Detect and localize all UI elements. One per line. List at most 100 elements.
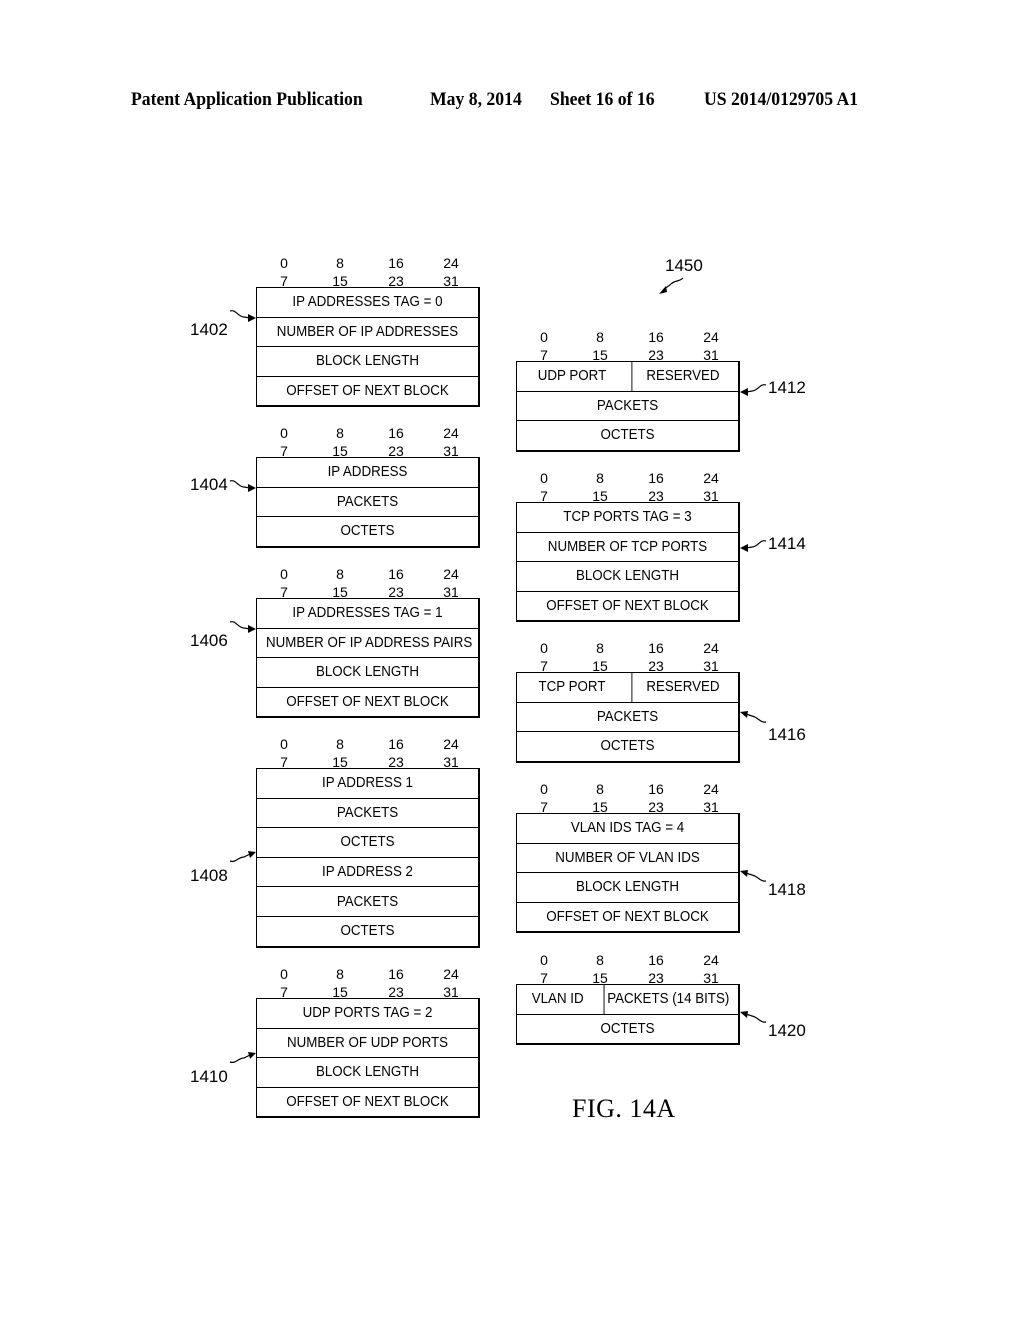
bit-start-label: 0 <box>280 966 288 982</box>
bit-start-label: 24 <box>703 329 719 345</box>
bit-start-label: 24 <box>703 781 719 797</box>
field-row: VLAN ID PACKETS (14 BITS) <box>517 985 738 1014</box>
ref-numeral-1418: 1418 <box>768 880 806 899</box>
field-cell: NUMBER OF IP ADDRESS PAIRS <box>265 634 473 651</box>
field-row: NUMBER OF UDP PORTS <box>257 1027 478 1058</box>
field-row: OFFSET OF NEXT BLOCK <box>257 1086 478 1117</box>
field-cell: RESERVED <box>631 362 733 391</box>
field-cell: IP ADDRESS 2 <box>322 864 413 881</box>
data-block-1402: IP ADDRESSES TAG = 0 NUMBER OF IP ADDRESS… <box>256 287 480 408</box>
field-cell: OFFSET OF NEXT BLOCK <box>286 383 449 400</box>
field-cell: RESERVED <box>631 673 733 702</box>
figure-label: FIG. 14A <box>572 1094 676 1123</box>
bit-start-label: 8 <box>596 470 604 486</box>
field-row: NUMBER OF TCP PORTS <box>517 531 738 562</box>
bit-start-label: 24 <box>443 736 459 752</box>
bit-start-label: 24 <box>703 640 719 656</box>
field-cell: OCTETS <box>600 1020 655 1037</box>
leader-arrow-icon <box>740 869 767 882</box>
bit-start-label: 0 <box>280 425 288 441</box>
bit-start-label: 16 <box>648 952 664 968</box>
bit-start-label: 8 <box>336 425 344 441</box>
field-cell: IP ADDRESSES TAG = 0 <box>292 294 443 311</box>
data-block-1410: UDP PORTS TAG = 2 NUMBER OF UDP PORTS BLOC… <box>256 998 480 1119</box>
field-row: PACKETS <box>257 886 478 916</box>
sheet-number: Sheet 16 of 16 <box>550 89 655 110</box>
ref-numeral-1416: 1416 <box>768 725 806 744</box>
data-block-1408: IP ADDRESS 1 PACKETS OCTETS IP ADDRESS 2 PAC… <box>256 768 480 948</box>
field-cell: NUMBER OF IP ADDRESSES <box>276 323 459 340</box>
field-row: OCTETS <box>517 1013 738 1044</box>
bit-start-label: 0 <box>280 566 288 582</box>
bit-start-label: 0 <box>540 329 548 345</box>
ref-numeral-1408: 1408 <box>190 866 228 885</box>
field-cell: NUMBER OF TCP PORTS <box>547 538 708 555</box>
field-row: BLOCK LENGTH <box>517 561 738 591</box>
field-cell: IP ADDRESSES TAG = 1 <box>292 605 443 622</box>
bit-start-label: 8 <box>336 566 344 582</box>
bit-start-label: 24 <box>703 952 719 968</box>
patent-number: US 2014/0129705 A1 <box>704 89 859 110</box>
leader-arrow-icon <box>740 1010 767 1023</box>
field-cell: OFFSET OF NEXT BLOCK <box>546 598 709 615</box>
bit-start-label: 8 <box>336 736 344 752</box>
field-cell: IP ADDRESS 1 <box>322 775 413 792</box>
bit-start-label: 0 <box>540 640 548 656</box>
bit-start-label: 24 <box>443 255 459 271</box>
ref-numeral-1402: 1402 <box>190 320 228 339</box>
bit-start-label: 0 <box>540 952 548 968</box>
field-row: BLOCK LENGTH <box>257 1057 478 1087</box>
bit-start-label: 0 <box>540 781 548 797</box>
field-row: PACKETS <box>517 701 738 732</box>
publication-title: Patent Application Publication <box>131 89 363 110</box>
bit-start-label: 16 <box>648 640 664 656</box>
field-cell: BLOCK LENGTH <box>575 568 680 585</box>
field-cell: VLAN IDS TAG = 4 <box>570 820 685 837</box>
field-cell: BLOCK LENGTH <box>315 353 420 370</box>
leader-arrow-icon <box>229 479 256 492</box>
bit-start-label: 16 <box>388 736 404 752</box>
bit-start-label: 0 <box>540 470 548 486</box>
field-cell: OCTETS <box>340 523 395 540</box>
leader-arrow-icon <box>229 851 256 863</box>
bit-start-label: 0 <box>280 255 288 271</box>
field-row: OCTETS <box>257 516 478 546</box>
data-block-1404: IP ADDRESS PACKETS OCTETS <box>256 457 480 548</box>
field-cell: OFFSET OF NEXT BLOCK <box>286 694 449 711</box>
leader-arrow-icon <box>740 710 767 723</box>
field-row: OCTETS <box>257 915 478 946</box>
bit-start-label: 8 <box>596 952 604 968</box>
field-row: UDP PORTS TAG = 2 <box>257 999 478 1028</box>
field-cell: PACKETS (14 BITS) <box>603 985 732 1014</box>
field-row: OFFSET OF NEXT BLOCK <box>257 686 478 717</box>
field-cell: OCTETS <box>600 738 655 755</box>
bit-start-label: 8 <box>596 640 604 656</box>
field-cell: OCTETS <box>340 834 395 851</box>
field-row: PACKETS <box>257 486 478 517</box>
field-cell: NUMBER OF UDP PORTS <box>286 1034 449 1051</box>
data-block-1418: VLAN IDS TAG = 4 NUMBER OF VLAN IDS BLOCK … <box>516 813 740 934</box>
ref-numeral-1410: 1410 <box>190 1067 228 1086</box>
field-row: UDP PORT RESERVED <box>517 362 738 391</box>
ref-numeral-1404: 1404 <box>190 475 228 494</box>
field-row: VLAN IDS TAG = 4 <box>517 814 738 843</box>
bit-start-label: 24 <box>443 566 459 582</box>
field-cell: IP ADDRESS <box>327 464 408 481</box>
bit-start-label: 16 <box>388 966 404 982</box>
field-cell: VLAN ID <box>531 991 584 1008</box>
field-cell: BLOCK LENGTH <box>315 1064 420 1081</box>
publication-date: May 8, 2014 <box>430 89 522 110</box>
bit-start-label: 24 <box>443 966 459 982</box>
bit-start-label: 16 <box>388 566 404 582</box>
leader-arrow-icon <box>740 539 767 552</box>
field-row: IP ADDRESS 2 <box>257 856 478 887</box>
field-cell: UDP PORTS TAG = 2 <box>302 1005 433 1022</box>
field-row: IP ADDRESSES TAG = 0 <box>257 288 478 317</box>
field-row: BLOCK LENGTH <box>257 657 478 687</box>
field-row: OFFSET OF NEXT BLOCK <box>517 901 738 932</box>
field-cell: PACKETS <box>596 397 659 414</box>
figure-ref-1450: 1450 <box>665 256 703 275</box>
field-row: OFFSET OF NEXT BLOCK <box>257 375 478 406</box>
data-block-1416: TCP PORT RESERVED PACKETS OCTETS <box>516 672 740 763</box>
field-row: IP ADDRESS <box>257 458 478 487</box>
